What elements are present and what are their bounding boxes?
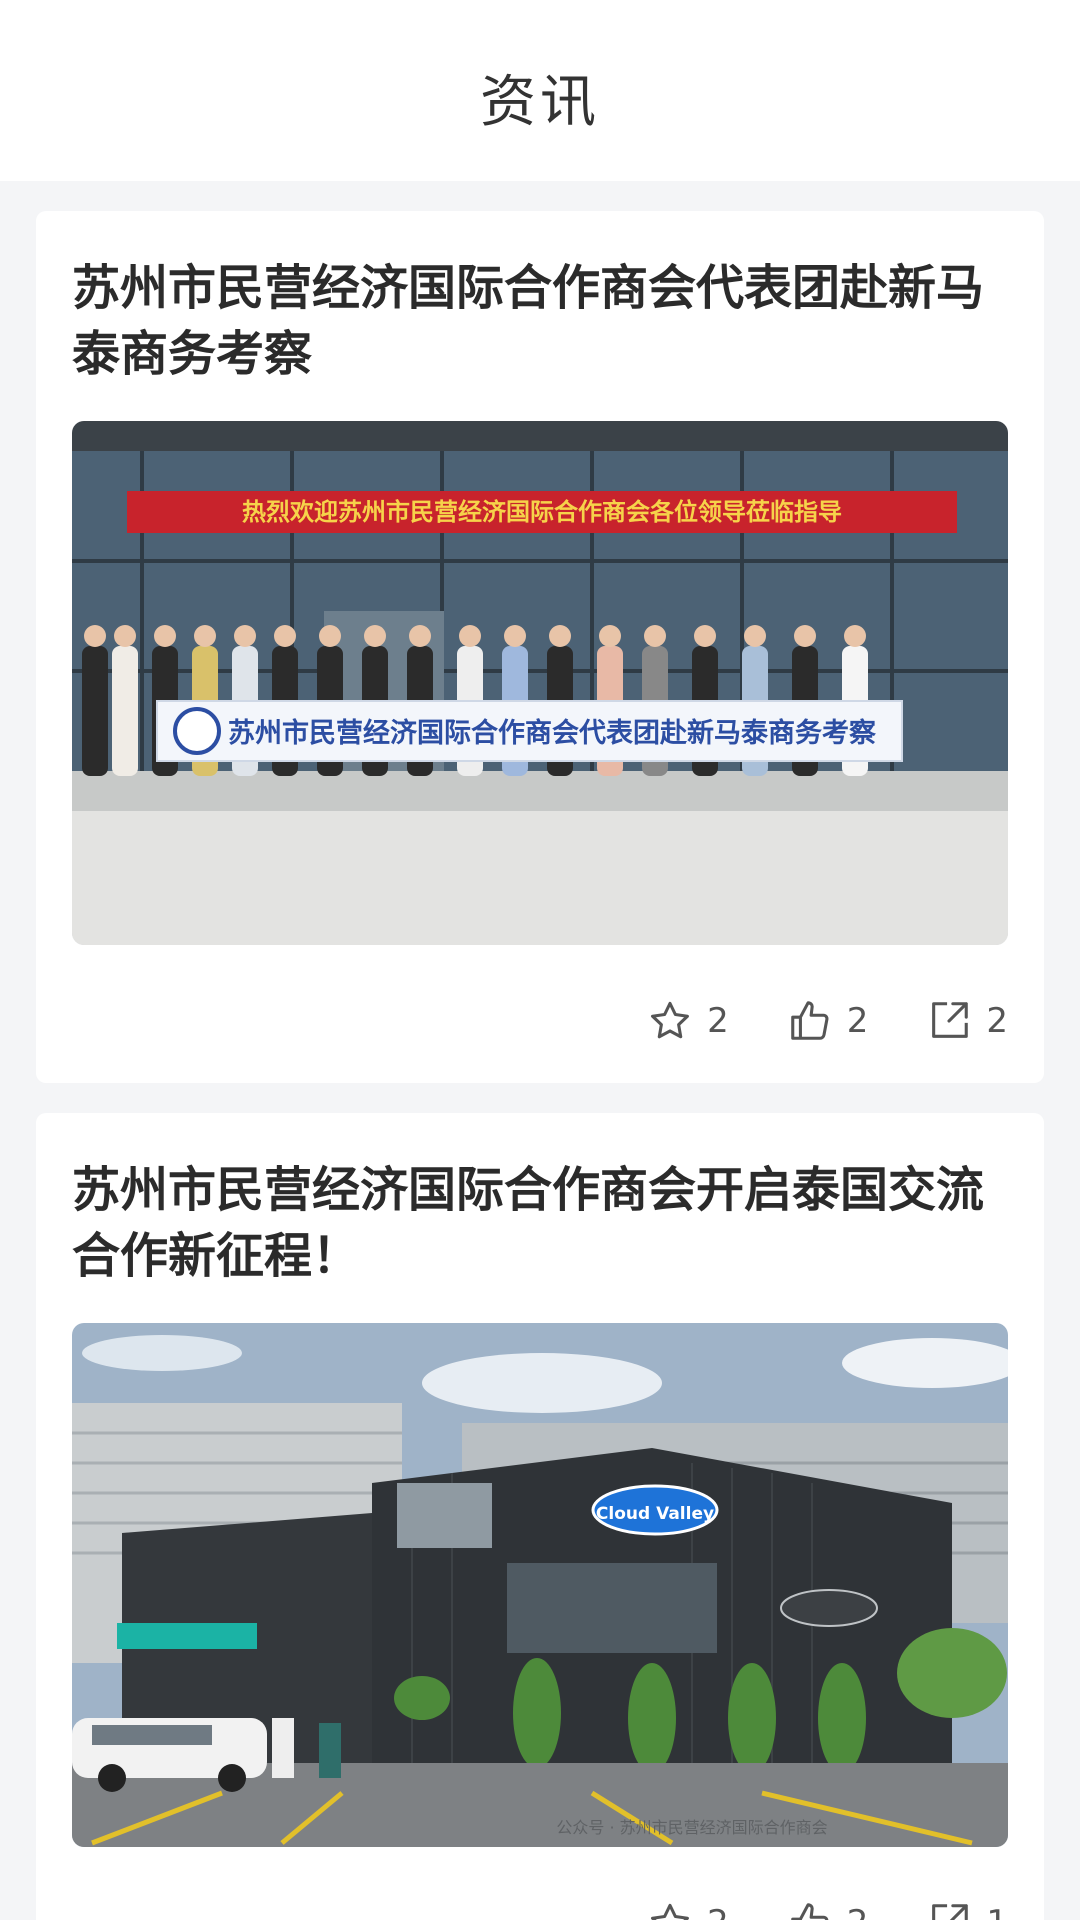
building-photo-image: Cloud Valley 公众号 · 苏州市民营经济国际合作商会 <box>72 1323 1008 1847</box>
news-feed[interactable]: 苏州市民营经济国际合作商会代表团赴新马泰商务考察 热烈欢迎苏州市民营经济国际合作… <box>0 181 1080 1920</box>
thumbs-up-outline-icon <box>790 1001 829 1040</box>
page-title: 资讯 <box>480 70 600 135</box>
article-card[interactable]: 苏州市民营经济国际合作商会代表团赴新马泰商务考察 热烈欢迎苏州市民营经济国际合作… <box>36 211 1044 1083</box>
star-outline-icon <box>651 1001 690 1039</box>
image-watermark: 公众号 · 苏州市民营经济国际合作商会 <box>556 1818 827 1837</box>
article-image[interactable]: Cloud Valley 公众号 · 苏州市民营经济国际合作商会 <box>72 1323 1008 1847</box>
share-button[interactable]: 1 <box>926 1900 1008 1920</box>
favorite-count: 2 <box>707 1903 729 1920</box>
article-image[interactable]: 热烈欢迎苏州市民营经济国际合作商会各位领导莅临指导 苏州市民营经济国际合作商会代… <box>72 421 1008 945</box>
star-outline-icon <box>651 1903 690 1920</box>
like-button[interactable]: 2 <box>787 998 869 1044</box>
held-banner-text: 苏州市民营经济国际合作商会代表团赴新马泰商务考察 <box>228 717 877 749</box>
welcome-banner-text: 热烈欢迎苏州市民营经济国际合作商会各位领导莅临指导 <box>242 498 842 526</box>
like-count: 2 <box>846 1001 869 1041</box>
article-title[interactable]: 苏州市民营经济国际合作商会开启泰国交流合作新征程！ <box>72 1157 1012 1289</box>
share-out-icon <box>932 1904 969 1920</box>
share-count: 1 <box>986 1903 1008 1920</box>
article-actions: 2 2 1 <box>589 1893 1008 1920</box>
like-count: 2 <box>847 1903 869 1920</box>
favorite-button[interactable]: 2 <box>647 1900 729 1920</box>
app-header: 资讯 <box>0 0 1080 181</box>
thumbs-up-outline-icon <box>790 1903 829 1920</box>
article-actions: 2 2 2 <box>589 991 1008 1051</box>
group-photo-image: 热烈欢迎苏州市民营经济国际合作商会各位领导莅临指导 苏州市民营经济国际合作商会代… <box>72 421 1008 945</box>
favorite-button[interactable]: 2 <box>647 998 729 1044</box>
share-count: 2 <box>986 1001 1008 1041</box>
cloud-valley-sign-text: Cloud Valley <box>596 1504 714 1524</box>
like-button[interactable]: 2 <box>787 1900 869 1920</box>
article-card[interactable]: 苏州市民营经济国际合作商会开启泰国交流合作新征程！ Cloud Valley 公… <box>36 1113 1044 1920</box>
article-title[interactable]: 苏州市民营经济国际合作商会代表团赴新马泰商务考察 <box>72 255 1012 387</box>
favorite-count: 2 <box>707 1001 729 1041</box>
share-button[interactable]: 2 <box>926 998 1008 1044</box>
share-out-icon <box>932 1002 969 1038</box>
